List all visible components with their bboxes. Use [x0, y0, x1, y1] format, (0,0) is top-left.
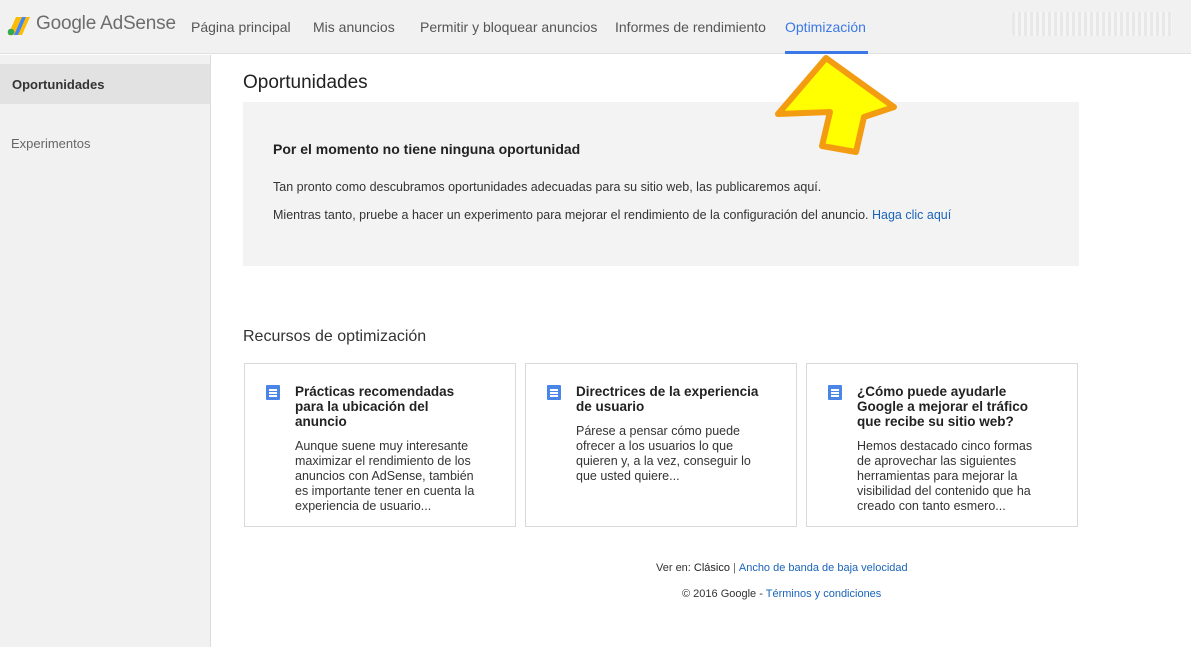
resources-title: Recursos de optimización — [243, 328, 427, 345]
low-bandwidth-link[interactable]: Ancho de banda de baja velocidad — [739, 562, 908, 574]
card-desc-line: de aprovechar las siguientes — [857, 454, 1017, 468]
arrow-up-icon — [775, 55, 897, 155]
sidebar-item-oportunidades[interactable]: Oportunidades — [0, 64, 210, 104]
document-icon — [828, 385, 842, 400]
card-desc-line: maximizar el rendimiento de los — [295, 454, 471, 468]
opportunities-heading: Por el momento no tiene ninguna oportuni… — [273, 141, 581, 157]
sidebar-item-experimentos[interactable]: Experimentos — [0, 123, 210, 163]
opportunities-line-1: Tan pronto como descubramos oportunidade… — [273, 180, 822, 194]
card-desc-line: Hemos destacado cinco formas — [857, 439, 1033, 453]
card-title-line: para la ubicación del — [295, 399, 429, 414]
card-description: Hemos destacado cinco formas de aprovech… — [857, 439, 1062, 514]
footer-separator: | — [733, 562, 736, 574]
card-title-line: que recibe su sitio web? — [857, 414, 1014, 429]
sidebar: Oportunidades Experimentos — [0, 55, 211, 647]
card-description: Aunque suene muy interesante maximizar e… — [295, 439, 500, 514]
card-desc-line: anuncios con AdSense, también — [295, 469, 474, 483]
card-title-line: ¿Cómo puede ayudarle — [857, 384, 1007, 399]
card-title-line: Directrices de la experiencia — [576, 384, 759, 399]
opportunities-line-2: Mientras tanto, pruebe a hacer un experi… — [273, 208, 951, 222]
card-title[interactable]: ¿Cómo puede ayudarle Google a mejorar el… — [857, 384, 1057, 429]
card-desc-line: visibilidad del contenido que ha — [857, 484, 1031, 498]
card-desc-line: Párese a pensar cómo puede — [576, 424, 740, 438]
card-desc-line: Aunque suene muy interesante — [295, 439, 469, 453]
account-menu[interactable] — [1012, 12, 1172, 36]
resource-card[interactable]: Directrices de la experiencia de usuario… — [525, 363, 797, 527]
nav-permitir-bloquear[interactable]: Permitir y bloquear anuncios — [420, 0, 597, 54]
card-title-line: Google a mejorar el tráfico — [857, 399, 1029, 414]
resource-card[interactable]: Prácticas recomendadas para la ubicación… — [244, 363, 516, 527]
card-desc-line: experiencia de usuario... — [295, 499, 432, 513]
card-desc-line: herramientas para mejorar la — [857, 469, 1018, 483]
copyright: © 2016 Google - — [682, 588, 763, 600]
card-title-line: anuncio — [295, 414, 347, 429]
card-description: Párese a pensar cómo puede ofrecer a los… — [576, 424, 781, 484]
experiment-link[interactable]: Haga clic aquí — [872, 208, 951, 222]
footer-legal: © 2016 Google - Términos y condiciones — [682, 588, 881, 600]
document-icon — [266, 385, 280, 400]
card-desc-line: quieren y, a la vez, conseguir lo — [576, 454, 751, 468]
card-title-line: Prácticas recomendadas — [295, 384, 455, 399]
page-title: Oportunidades — [243, 72, 368, 93]
document-icon — [547, 385, 561, 400]
card-desc-line: creado con tanto esmero... — [857, 499, 1006, 513]
footer-view-options: Ver en: Clásico | Ancho de banda de baja v… — [656, 562, 908, 574]
adsense-logo-icon — [7, 17, 30, 36]
top-bar: Google AdSense Página principal Mis anun… — [0, 0, 1191, 54]
resource-card[interactable]: ¿Cómo puede ayudarle Google a mejorar el… — [806, 363, 1078, 527]
card-title[interactable]: Prácticas recomendadas para la ubicación… — [295, 384, 495, 429]
opportunities-panel: Por el momento no tiene ninguna oportuni… — [243, 102, 1079, 266]
nav-pagina-principal[interactable]: Página principal — [191, 0, 291, 54]
nav-informes-rendimiento[interactable]: Informes de rendimiento — [615, 0, 766, 54]
nav-mis-anuncios[interactable]: Mis anuncios — [313, 0, 395, 54]
adsense-logo[interactable]: Google AdSense — [6, 11, 176, 37]
nav-optimizacion[interactable]: Optimización — [785, 0, 868, 54]
view-label: Ver en: — [656, 562, 691, 574]
card-desc-line: que usted quiere... — [576, 469, 680, 483]
card-desc-line: es importante tener en cuenta la — [295, 484, 475, 498]
logo-text: Google AdSense — [36, 13, 176, 34]
card-desc-line: ofrecer a los usuarios lo que — [576, 439, 734, 453]
opportunities-line-2-text: Mientras tanto, pruebe a hacer un experi… — [273, 208, 869, 222]
card-title-line: de usuario — [576, 399, 645, 414]
card-title[interactable]: Directrices de la experiencia de usuario — [576, 384, 776, 414]
view-current: Clásico — [693, 562, 730, 574]
terms-link[interactable]: Términos y condiciones — [766, 588, 882, 600]
